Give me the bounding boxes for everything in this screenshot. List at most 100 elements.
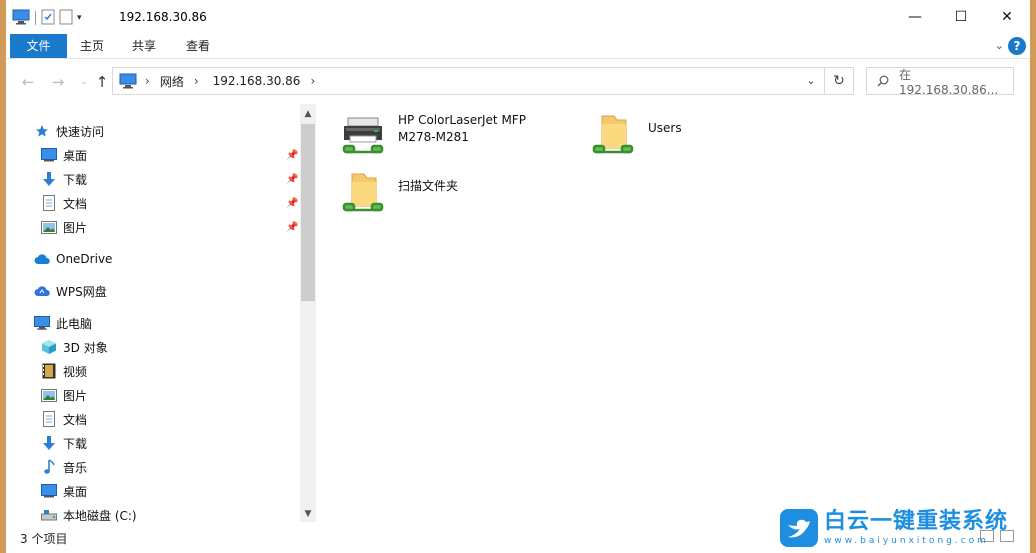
- picture-icon: [41, 387, 57, 403]
- nav-quick-downloads[interactable]: 下载: [41, 168, 87, 190]
- title-bar: ▾ 192.168.30.86 — ☐ ✕: [6, 0, 1030, 34]
- document-icon: [41, 411, 57, 427]
- download-icon: [41, 435, 57, 451]
- maximize-button[interactable]: ☐: [938, 0, 984, 34]
- pin-icon[interactable]: 📌: [286, 150, 298, 161]
- network-printer-icon: [340, 112, 386, 163]
- nav-3d-objects[interactable]: 3D 对象: [41, 336, 108, 358]
- minimize-button[interactable]: —: [892, 0, 938, 34]
- pin-icon[interactable]: 📌: [286, 174, 298, 185]
- nav-quick-access[interactable]: 快速访问: [34, 120, 104, 142]
- scroll-thumb[interactable]: [301, 124, 315, 301]
- customize-qat-icon[interactable]: ▾: [77, 13, 82, 23]
- shared-folder-icon: [590, 112, 636, 163]
- nav-this-pc[interactable]: 此电脑: [34, 312, 92, 334]
- help-icon[interactable]: ?: [1008, 37, 1026, 55]
- nav-label: 图片: [63, 388, 88, 403]
- computer-icon: [119, 73, 137, 89]
- search-box[interactable]: 在 192.168.30.86...: [866, 67, 1014, 97]
- nav-videos[interactable]: 视频: [41, 360, 87, 382]
- nav-music[interactable]: 音乐: [41, 456, 87, 478]
- nav-label: 下载: [63, 172, 88, 187]
- nav-downloads[interactable]: 下载: [41, 432, 87, 454]
- desktop-icon: [41, 147, 57, 163]
- list-item[interactable]: Users: [590, 112, 682, 163]
- computer-icon: [34, 315, 50, 331]
- nav-label: 下载: [63, 436, 88, 451]
- address-bar[interactable]: › 网络 › 192.168.30.86 › ⌄ ↻: [112, 67, 854, 95]
- tab-view[interactable]: 查看: [172, 34, 224, 58]
- search-icon: [877, 75, 889, 87]
- content-pane: HP ColorLaserJet MFP M278-M281 Users 扫描文…: [316, 104, 1030, 522]
- nav-documents[interactable]: 文档: [41, 408, 87, 430]
- video-icon: [41, 363, 57, 379]
- nav-label: 桌面: [63, 484, 88, 499]
- tab-share[interactable]: 共享: [120, 34, 168, 58]
- explorer-window: ▾ 192.168.30.86 — ☐ ✕ 文件 主页 共享 查看 ⌄ ? ← …: [6, 0, 1030, 553]
- desktop-icon: [41, 483, 57, 499]
- nav-label: 文档: [63, 412, 88, 427]
- back-button[interactable]: ←: [18, 72, 38, 92]
- nav-quick-documents[interactable]: 文档: [41, 192, 87, 214]
- item-label: HP ColorLaserJet MFP M278-M281: [398, 113, 526, 144]
- nav-label: 本地磁盘 (C:): [63, 508, 137, 523]
- refresh-button[interactable]: ↻: [824, 68, 853, 94]
- item-count: 3 个项目: [20, 532, 68, 546]
- quick-access-toolbar: ▾: [12, 8, 82, 28]
- nav-scrollbar[interactable]: ▲ ▼: [300, 104, 316, 522]
- document-icon: [41, 195, 57, 211]
- nav-label: 桌面: [63, 148, 88, 163]
- ribbon-tabs: 文件 主页 共享 查看 ⌄ ?: [6, 34, 1030, 59]
- pin-icon[interactable]: 📌: [286, 198, 298, 209]
- watermark: 白云一键重装系统 www.baiyunxitong.com: [780, 504, 1030, 552]
- navigation-pane: 快速访问 桌面 📌 下载 📌 文档 📌 图片 📌 OneDrive WPS网盘 …: [6, 104, 316, 523]
- tab-file[interactable]: 文件: [10, 34, 67, 58]
- nav-label: OneDrive: [56, 252, 113, 266]
- nav-quick-desktop[interactable]: 桌面: [41, 144, 87, 166]
- breadcrumb-host[interactable]: 192.168.30.86: [213, 74, 301, 88]
- address-dropdown-button[interactable]: ⌄: [797, 68, 825, 94]
- forward-button[interactable]: →: [48, 72, 68, 92]
- scroll-down-arrow[interactable]: ▼: [300, 506, 316, 522]
- item-label: Users: [648, 121, 682, 135]
- nav-onedrive[interactable]: OneDrive: [34, 248, 112, 270]
- bird-logo-icon: [780, 509, 818, 547]
- cloud-icon: [34, 251, 50, 267]
- music-icon: [41, 459, 57, 475]
- nav-desktop[interactable]: 桌面: [41, 480, 87, 502]
- nav-label: 3D 对象: [63, 340, 108, 355]
- nav-local-disk[interactable]: 本地磁盘 (C:): [41, 504, 137, 526]
- address-row: ← → ⌄ ↑ › 网络 › 192.168.30.86 › ⌄ ↻ 在 192…: [6, 59, 1030, 103]
- download-icon: [41, 171, 57, 187]
- star-icon: [34, 123, 50, 139]
- expand-ribbon-icon[interactable]: ⌄: [995, 39, 1004, 52]
- watermark-url: www.baiyunxitong.com: [824, 536, 989, 546]
- window-title: 192.168.30.86: [119, 10, 207, 24]
- nav-quick-pictures[interactable]: 图片: [41, 216, 87, 238]
- nav-label: WPS网盘: [56, 284, 107, 299]
- picture-icon: [41, 219, 57, 235]
- nav-label: 音乐: [63, 460, 88, 475]
- item-label: 扫描文件夹: [398, 179, 459, 193]
- computer-icon: [12, 9, 30, 28]
- tab-home[interactable]: 主页: [68, 34, 116, 58]
- new-folder-icon[interactable]: [59, 9, 73, 28]
- shared-folder-icon: [340, 170, 386, 221]
- recent-locations-button[interactable]: ⌄: [74, 72, 94, 92]
- pin-icon[interactable]: 📌: [286, 222, 298, 233]
- up-button[interactable]: ↑: [92, 72, 112, 92]
- nav-label: 视频: [63, 364, 88, 379]
- scroll-up-arrow[interactable]: ▲: [300, 106, 316, 122]
- search-placeholder: 在 192.168.30.86...: [899, 67, 999, 97]
- 3d-objects-icon: [41, 339, 57, 355]
- breadcrumb-network[interactable]: 网络: [160, 73, 184, 90]
- list-item[interactable]: HP ColorLaserJet MFP M278-M281: [340, 112, 526, 163]
- properties-icon[interactable]: [41, 9, 55, 28]
- wps-cloud-icon: [34, 283, 50, 299]
- nav-wps-cloud[interactable]: WPS网盘: [34, 280, 107, 302]
- nav-pictures[interactable]: 图片: [41, 384, 87, 406]
- nav-label: 文档: [63, 196, 88, 211]
- list-item[interactable]: 扫描文件夹: [340, 170, 458, 221]
- nav-label: 图片: [63, 220, 88, 235]
- close-button[interactable]: ✕: [984, 0, 1030, 34]
